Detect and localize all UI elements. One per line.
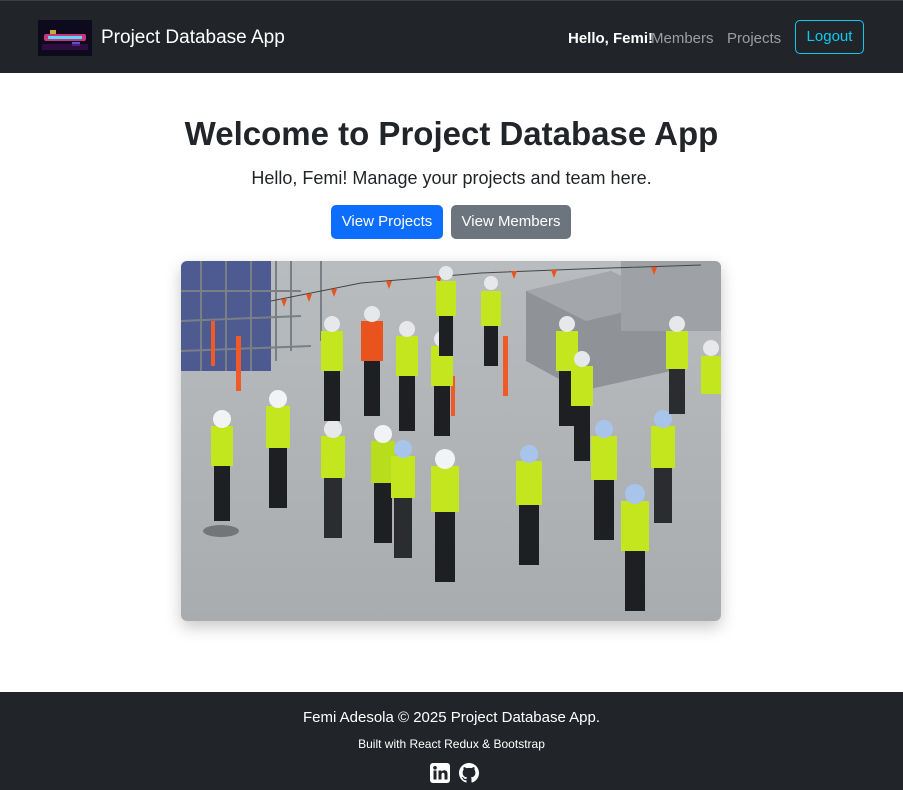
nav-link-members[interactable]: Members: [651, 30, 714, 47]
logout-button[interactable]: Logout: [795, 20, 864, 54]
brand-logo[interactable]: [38, 20, 92, 56]
github-icon[interactable]: [459, 763, 479, 783]
page-title: Welcome to Project Database App: [184, 115, 719, 152]
hero-image: [181, 261, 721, 621]
view-projects-button[interactable]: View Projects: [331, 205, 443, 239]
footer-built-with: Built with React Redux & Bootstrap: [358, 737, 545, 751]
linkedin-icon[interactable]: [430, 763, 450, 783]
footer: Femi Adesola © 2025 Project Database App…: [0, 692, 903, 790]
navbar: Project Database App Hello, Femi! Member…: [0, 0, 903, 73]
brand-title[interactable]: Project Database App: [101, 27, 285, 49]
user-greeting: Hello, Femi!: [568, 30, 654, 47]
footer-copyright: Femi Adesola © 2025 Project Database App…: [302, 709, 601, 726]
view-members-button[interactable]: View Members: [451, 205, 571, 239]
page-subtitle: Hello, Femi! Manage your projects and te…: [251, 168, 652, 188]
nav-link-projects[interactable]: Projects: [727, 30, 781, 47]
